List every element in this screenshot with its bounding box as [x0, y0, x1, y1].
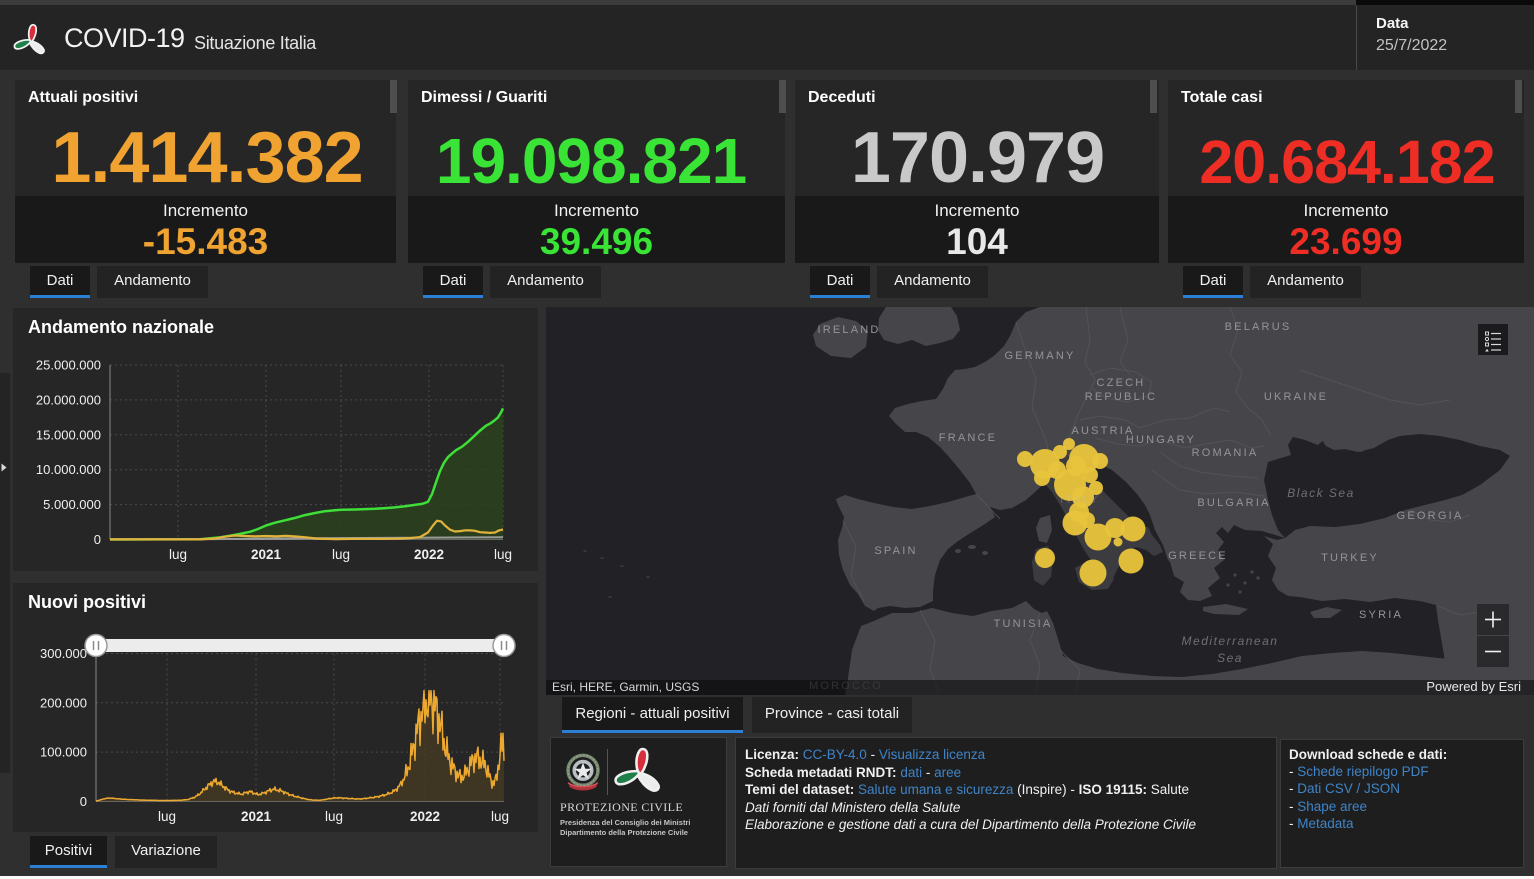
svg-text:15.000.000: 15.000.000	[36, 427, 101, 442]
svg-text:5.000.000: 5.000.000	[43, 497, 101, 512]
svg-text:200.000: 200.000	[40, 695, 87, 710]
svg-text:2021: 2021	[241, 809, 272, 824]
svg-text:20.000.000: 20.000.000	[36, 392, 101, 407]
svg-text:2022: 2022	[410, 809, 440, 824]
svg-text:2021: 2021	[251, 547, 282, 562]
svg-text:lug: lug	[332, 547, 350, 562]
svg-text:lug: lug	[494, 547, 512, 562]
svg-text:100.000: 100.000	[40, 745, 87, 760]
svg-text:25.000.000: 25.000.000	[36, 358, 101, 373]
svg-text:10.000.000: 10.000.000	[36, 462, 101, 477]
svg-text:lug: lug	[325, 809, 343, 824]
svg-text:0: 0	[94, 532, 101, 547]
svg-text:300.000: 300.000	[40, 646, 87, 661]
svg-text:lug: lug	[158, 809, 176, 824]
svg-text:lug: lug	[169, 547, 187, 562]
svg-text:2022: 2022	[414, 547, 444, 562]
svg-text:0: 0	[80, 794, 87, 809]
svg-text:lug: lug	[491, 809, 509, 824]
